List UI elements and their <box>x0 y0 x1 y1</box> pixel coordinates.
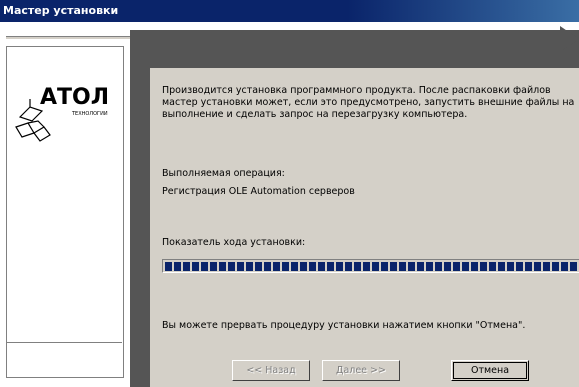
atol-logo-graphic: АТОЛ ТЕХНОЛОГИИ <box>15 85 109 142</box>
back-button[interactable]: << Назад <box>232 360 310 381</box>
operation-label: Выполняемая операция: <box>162 168 285 179</box>
window-title-bar[interactable]: Мастер установки <box>0 0 579 22</box>
progress-label: Показатель хода установки: <box>162 237 306 248</box>
operation-value: Регистрация OLE Automation серверов <box>162 186 355 197</box>
cancel-hint: Вы можете прервать процедуру установки н… <box>162 320 526 331</box>
cancel-button[interactable]: Отмена <box>451 360 529 381</box>
left-pane-divider <box>6 342 122 343</box>
logo-sub-text: ТЕХНОЛОГИИ <box>71 111 108 117</box>
install-progress-bar <box>162 259 579 273</box>
logo-brand-text: АТОЛ <box>40 85 109 110</box>
install-description: Производится установка программного прод… <box>162 85 575 120</box>
atol-logo: АТОЛ ТЕХНОЛОГИИ <box>10 77 118 143</box>
shadow-arrow <box>560 26 579 52</box>
content-panel: Производится установка программного прод… <box>150 68 579 387</box>
window-title: Мастер установки <box>3 4 119 17</box>
progress-fill <box>165 262 579 271</box>
next-button[interactable]: Далее >> <box>322 360 400 381</box>
